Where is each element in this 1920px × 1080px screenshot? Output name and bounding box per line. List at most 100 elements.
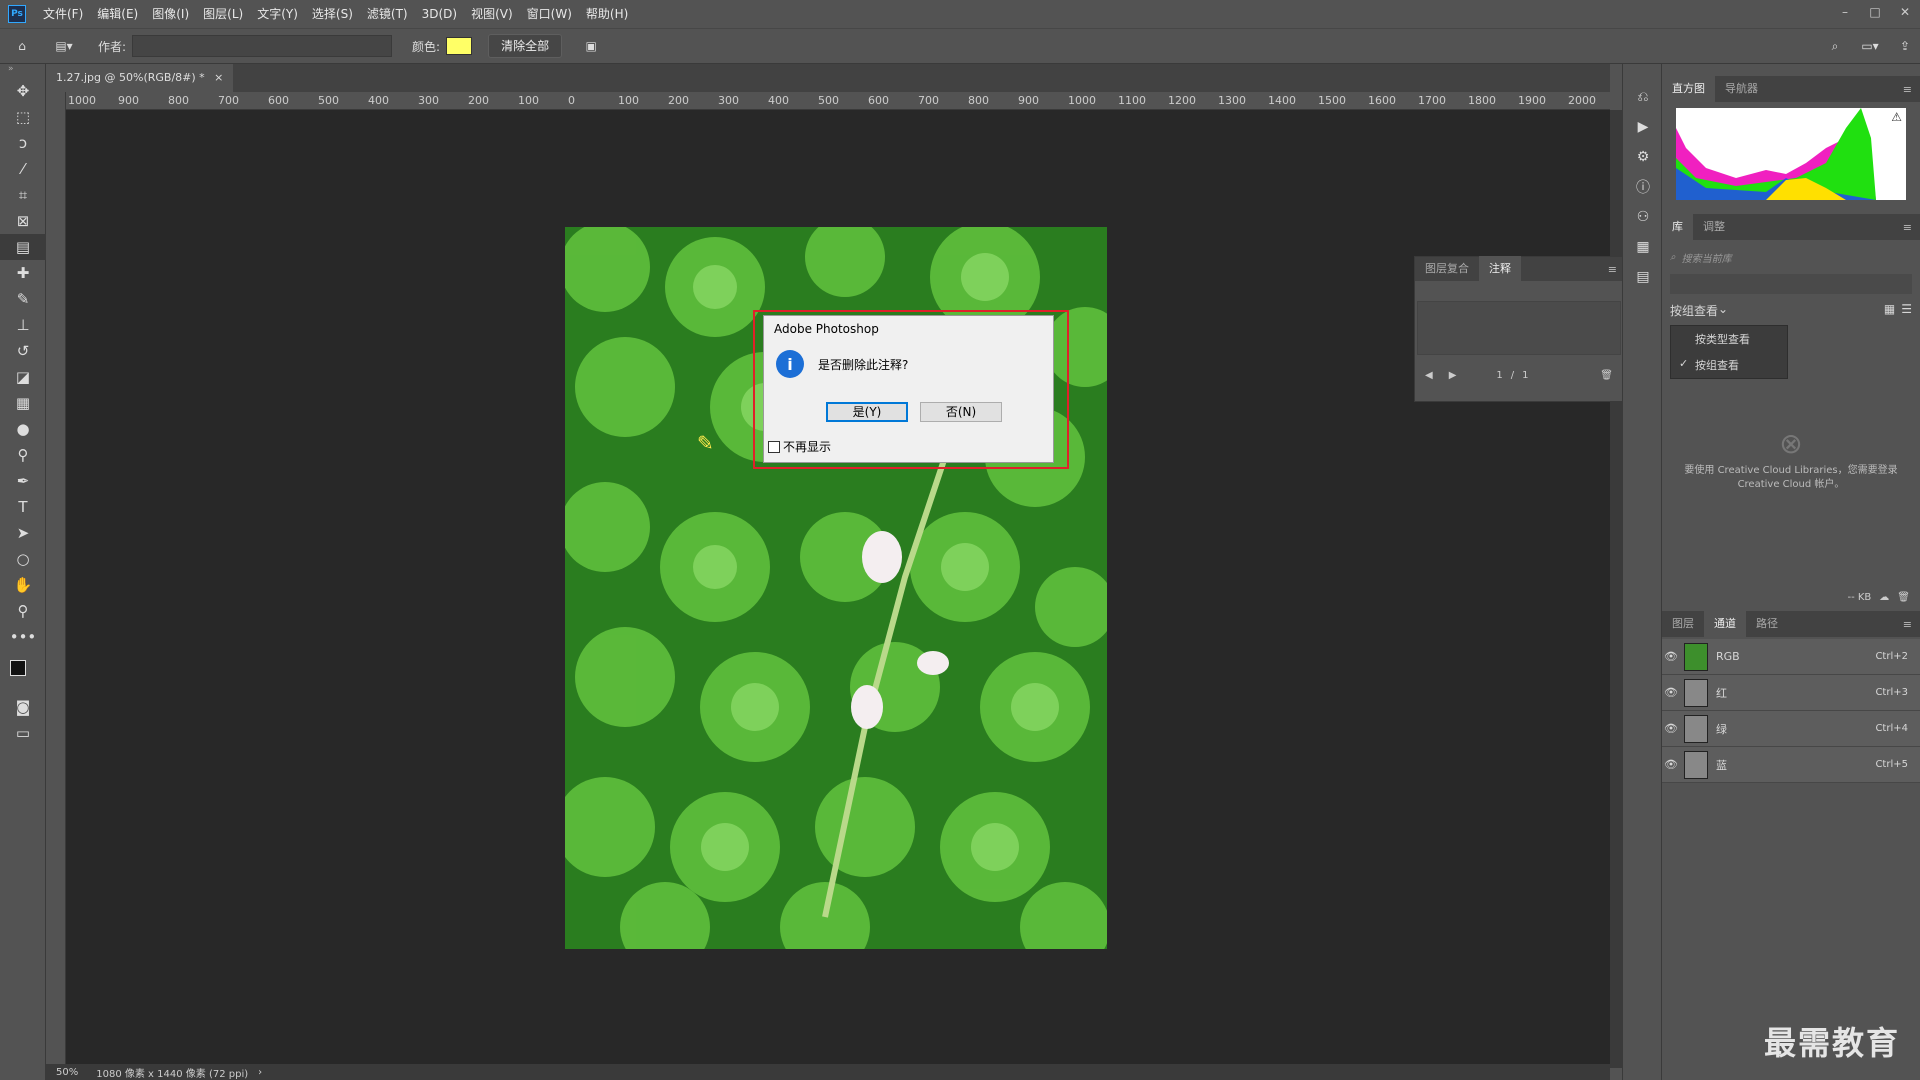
library-menu-icon[interactable]: ≡ <box>1895 221 1920 234</box>
swatches-icon[interactable]: ▦ <box>1623 232 1663 262</box>
note-text-area[interactable] <box>1417 301 1621 355</box>
menu-item-by-type[interactable]: 按类型查看 <box>1671 326 1787 352</box>
search-icon[interactable]: ⌕ <box>1820 33 1850 59</box>
channel-row[interactable]: 👁 红 Ctrl+3 <box>1662 675 1920 711</box>
workspace-icon[interactable]: ▭▾ <box>1850 33 1890 59</box>
healing-brush-tool-icon[interactable]: ✚ <box>0 260 46 286</box>
quick-mask-icon[interactable]: ◙ <box>0 694 46 720</box>
note-color-swatch[interactable] <box>446 37 473 55</box>
library-select[interactable] <box>1670 274 1912 294</box>
chevron-down-icon[interactable]: ⌄ <box>1718 302 1728 319</box>
frame-tool-icon[interactable]: ⊠ <box>0 208 46 234</box>
note-tool-preset-icon[interactable]: ▤▾ <box>44 33 84 59</box>
panel-menu-icon[interactable]: ≡ <box>1602 263 1623 276</box>
channel-row[interactable]: 👁 蓝 Ctrl+5 <box>1662 747 1920 783</box>
menu-item-by-group[interactable]: ✓ 按组查看 <box>1671 352 1787 378</box>
tab-layer-comps[interactable]: 图层复合 <box>1415 256 1479 282</box>
clear-all-button[interactable]: 清除全部 <box>488 34 563 58</box>
tab-paths[interactable]: 路径 <box>1746 611 1788 637</box>
history-brush-tool-icon[interactable]: ↺ <box>0 338 46 364</box>
minimize-icon[interactable]: – <box>1830 0 1860 24</box>
blur-tool-icon[interactable]: ● <box>0 416 46 442</box>
actions-play-icon[interactable]: ▶ <box>1623 112 1663 142</box>
path-selection-tool-icon[interactable]: ➤ <box>0 520 46 546</box>
tab-libraries[interactable]: 库 <box>1662 214 1693 240</box>
menu-image[interactable]: 图像(I) <box>145 0 196 28</box>
library-search-field[interactable]: ⌕ 搜索当前库 <box>1670 246 1912 268</box>
hand-tool-icon[interactable]: ✋ <box>0 572 46 598</box>
menu-filter[interactable]: 滤镜(T) <box>360 0 415 28</box>
gradient-tool-icon[interactable]: ▦ <box>0 390 46 416</box>
menu-file[interactable]: 文件(F) <box>36 0 90 28</box>
next-note-icon[interactable]: ▶ <box>1449 370 1457 381</box>
library-delete-icon[interactable]: 🗑 <box>1897 592 1910 603</box>
dodge-tool-icon[interactable]: ⚲ <box>0 442 46 468</box>
previous-note-icon[interactable]: ◀ <box>1425 370 1433 381</box>
info-panel-icon[interactable]: ⓘ <box>1623 172 1663 202</box>
clone-stamp-tool-icon[interactable]: ⊥ <box>0 312 46 338</box>
channels-menu-icon[interactable]: ≡ <box>1895 618 1920 631</box>
status-arrow-icon[interactable]: › <box>258 1067 262 1078</box>
note-marker-icon[interactable]: ✎ <box>697 431 721 455</box>
menu-3d[interactable]: 3D(D) <box>415 0 464 28</box>
cloud-icon[interactable]: ☁ <box>1879 592 1889 603</box>
yes-button[interactable]: 是(Y) <box>826 402 908 422</box>
home-icon[interactable]: ⌂ <box>0 33 44 59</box>
properties-icon[interactable]: ⚙ <box>1623 142 1663 172</box>
no-button[interactable]: 否(N) <box>920 402 1002 422</box>
marquee-tool-icon[interactable]: ⬚ <box>0 104 46 130</box>
menu-edit[interactable]: 编辑(E) <box>90 0 145 28</box>
menu-help[interactable]: 帮助(H) <box>579 0 635 28</box>
eye-icon[interactable]: 👁 <box>1662 650 1680 663</box>
list-view-icon[interactable]: ☰ <box>1901 302 1912 319</box>
lasso-tool-icon[interactable]: ↄ <box>0 130 46 156</box>
menu-type[interactable]: 文字(Y) <box>250 0 305 28</box>
tab-histogram[interactable]: 直方图 <box>1662 76 1715 102</box>
character-icon[interactable]: ⚇ <box>1623 202 1663 232</box>
document-tab[interactable]: 1.27.jpg @ 50%(RGB/8#) * × <box>46 64 234 92</box>
color-swatches[interactable] <box>0 650 45 694</box>
eye-icon[interactable]: 👁 <box>1662 758 1680 771</box>
maximize-icon[interactable]: □ <box>1860 0 1890 24</box>
grid-view-icon[interactable]: ▦ <box>1884 302 1895 319</box>
menu-view[interactable]: 视图(V) <box>464 0 520 28</box>
eye-icon[interactable]: 👁 <box>1662 686 1680 699</box>
ellipse-tool-icon[interactable]: ○ <box>0 546 46 572</box>
histogram-menu-icon[interactable]: ≡ <box>1895 83 1920 96</box>
foreground-color-swatch[interactable] <box>10 660 26 676</box>
screen-mode-icon[interactable]: ▭ <box>0 720 46 746</box>
crop-tool-icon[interactable]: ⌗ <box>0 182 46 208</box>
dont-show-checkbox[interactable]: 不再显示 <box>768 438 831 455</box>
zoom-level[interactable]: 50% <box>56 1067 78 1078</box>
menu-select[interactable]: 选择(S) <box>305 0 360 28</box>
history-icon[interactable]: ⎌ <box>1623 82 1663 112</box>
tab-channels[interactable]: 通道 <box>1704 611 1746 637</box>
eye-icon[interactable]: 👁 <box>1662 722 1680 735</box>
zoom-tool-icon[interactable]: ⚲ <box>0 598 46 624</box>
tab-notes[interactable]: 注释 <box>1479 256 1521 282</box>
delete-note-icon[interactable]: 🗑 <box>1600 370 1613 381</box>
magic-wand-tool-icon[interactable]: ⁄ <box>0 156 46 182</box>
close-tab-icon[interactable]: × <box>214 71 223 84</box>
close-icon[interactable]: ✕ <box>1890 0 1920 24</box>
more-tools-icon[interactable]: ••• <box>0 624 46 650</box>
collapse-tools-icon[interactable]: » <box>0 64 45 78</box>
share-icon[interactable]: ⇪ <box>1890 33 1920 59</box>
document-size-info[interactable]: 1080 像素 x 1440 像素 (72 ppi) <box>96 1065 248 1080</box>
warning-icon[interactable]: ⚠ <box>1891 110 1902 124</box>
pen-tool-icon[interactable]: ✒ <box>0 468 46 494</box>
tab-layers[interactable]: 图层 <box>1662 611 1704 637</box>
move-tool-icon[interactable]: ✥ <box>0 78 46 104</box>
tab-navigator[interactable]: 导航器 <box>1715 76 1768 102</box>
notes-icon[interactable]: ▤ <box>1623 262 1663 292</box>
channel-row[interactable]: 👁 绿 Ctrl+4 <box>1662 711 1920 747</box>
eraser-tool-icon[interactable]: ◪ <box>0 364 46 390</box>
author-input[interactable] <box>132 35 393 57</box>
channel-row[interactable]: 👁 RGB Ctrl+2 <box>1662 639 1920 675</box>
view-by-dropdown[interactable]: 按组查看 <box>1670 302 1718 319</box>
brush-tool-icon[interactable]: ✎ <box>0 286 46 312</box>
menu-layer[interactable]: 图层(L) <box>196 0 250 28</box>
type-tool-icon[interactable]: T <box>0 494 46 520</box>
tab-adjustments[interactable]: 调整 <box>1693 214 1735 240</box>
note-tool-icon[interactable]: ▤ <box>0 234 46 260</box>
